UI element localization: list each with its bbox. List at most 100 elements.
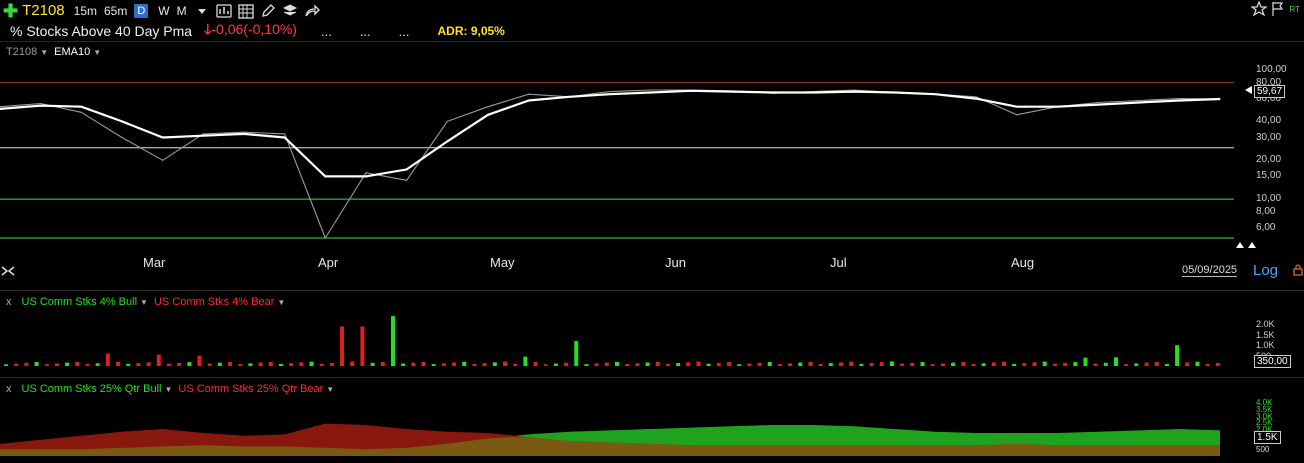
data-point-t2108 bbox=[40, 102, 42, 105]
legend-caret-icon[interactable]: ▼ bbox=[326, 385, 334, 394]
data-point-ema10 bbox=[1219, 98, 1221, 100]
legend-caret-icon[interactable]: ▼ bbox=[277, 298, 285, 307]
bear-bar bbox=[360, 326, 365, 366]
legend-caret-icon[interactable]: ▼ bbox=[164, 385, 172, 394]
legend-t2108[interactable]: T2108 bbox=[6, 46, 37, 58]
bear-bar bbox=[166, 363, 171, 366]
bear-bar bbox=[54, 363, 59, 366]
data-point-ema10 bbox=[650, 91, 652, 94]
data-point-ema10 bbox=[853, 91, 855, 93]
bear-bar bbox=[14, 363, 19, 366]
main-price-chart[interactable] bbox=[0, 62, 1234, 244]
bear-bar bbox=[340, 326, 345, 366]
bear-bar bbox=[696, 361, 701, 366]
bear-bar bbox=[900, 363, 905, 366]
lock-icon[interactable] bbox=[1292, 264, 1304, 276]
flag-icon[interactable] bbox=[1271, 1, 1285, 17]
bull-bar bbox=[370, 362, 375, 366]
bear-bar bbox=[788, 363, 793, 366]
bear-bar bbox=[625, 363, 630, 366]
data-point-t2108 bbox=[80, 111, 82, 113]
timeframe-65m[interactable]: 65m bbox=[104, 4, 127, 18]
legend-caret-icon[interactable]: ▼ bbox=[93, 48, 101, 57]
data-point-ema10 bbox=[772, 91, 774, 94]
rt-label[interactable]: RT bbox=[1289, 5, 1300, 14]
bull-bar bbox=[187, 362, 192, 366]
bull-bar bbox=[1134, 363, 1139, 366]
bear-bar bbox=[502, 361, 507, 366]
y-tick-label: 2.0K bbox=[1256, 319, 1275, 330]
bull-bar bbox=[431, 364, 436, 366]
breadth-25pct-area-chart[interactable] bbox=[0, 398, 1234, 456]
legend-25pct-bear[interactable]: US Comm Stks 25% Qtr Bear bbox=[178, 383, 323, 395]
scroll-arrows-icon[interactable] bbox=[1236, 241, 1256, 249]
change-value: 🡓-0,06(-0,10%) bbox=[204, 19, 297, 43]
data-point-t2108 bbox=[1016, 114, 1018, 116]
star-icon[interactable] bbox=[1251, 1, 1268, 17]
panel3-close-button[interactable]: x bbox=[6, 383, 12, 395]
timeframe-15m[interactable]: 15m bbox=[74, 4, 97, 18]
symbol-label[interactable]: T2108 bbox=[22, 2, 65, 19]
bear-bar bbox=[146, 362, 151, 366]
month-label: Jun bbox=[665, 255, 686, 270]
bull-bar bbox=[1083, 357, 1088, 366]
series-line-ema10 bbox=[0, 89, 1221, 178]
panel2-close-button[interactable]: x bbox=[6, 296, 12, 308]
bear-bar bbox=[472, 363, 477, 366]
timeframe-monthly[interactable]: M bbox=[177, 4, 187, 18]
bull-bar bbox=[401, 363, 406, 366]
bull-bar bbox=[706, 363, 711, 366]
bull-bar bbox=[217, 362, 222, 366]
bear-bar bbox=[105, 353, 110, 366]
y-tick-label: 8,00 bbox=[1256, 205, 1276, 217]
pencil-icon[interactable] bbox=[260, 3, 276, 19]
breadth-4pct-histogram[interactable] bbox=[0, 310, 1234, 368]
panel-divider-1 bbox=[0, 290, 1304, 291]
info-dots-3[interactable]: ... bbox=[399, 24, 410, 39]
bull-bar bbox=[1164, 363, 1169, 366]
collapse-arrows-icon[interactable] bbox=[0, 263, 16, 281]
legend-4pct-bear[interactable]: US Comm Stks 4% Bear bbox=[154, 296, 274, 308]
bear-bar bbox=[1001, 361, 1006, 366]
bear-bar bbox=[44, 364, 49, 366]
add-symbol-plus-icon[interactable]: ✚ bbox=[3, 2, 18, 20]
data-point-ema10 bbox=[40, 105, 42, 107]
bull-bar bbox=[1012, 363, 1017, 366]
bear-bar bbox=[258, 362, 263, 366]
log-scale-toggle[interactable]: Log bbox=[1253, 262, 1278, 279]
legend-caret-icon[interactable]: ▼ bbox=[140, 298, 148, 307]
timeframe-daily-active[interactable]: D bbox=[134, 3, 149, 18]
bull-bar bbox=[278, 363, 283, 366]
data-point-t2108 bbox=[853, 89, 855, 91]
bull-bar bbox=[462, 361, 467, 366]
bear-bar bbox=[604, 362, 609, 366]
dropdown-caret-icon[interactable] bbox=[194, 3, 210, 19]
bear-bar bbox=[380, 362, 385, 366]
legend-25pct-bull[interactable]: US Comm Stks 25% Qtr Bull bbox=[22, 383, 162, 395]
info-dots-1[interactable]: ... bbox=[321, 24, 332, 39]
y-tick-label: 1.5K bbox=[1256, 329, 1275, 340]
bear-bar bbox=[1215, 363, 1220, 366]
bear-bar bbox=[75, 361, 80, 366]
bull-bar bbox=[920, 362, 925, 366]
data-point-t2108 bbox=[365, 172, 367, 174]
bear-bar bbox=[879, 362, 884, 366]
y-tick-label: 40,00 bbox=[1256, 115, 1282, 127]
data-point-ema10 bbox=[121, 120, 123, 122]
bear-bar bbox=[1093, 363, 1098, 366]
timeframe-weekly[interactable]: W bbox=[158, 4, 169, 18]
chart-type-icon[interactable] bbox=[215, 3, 232, 19]
info-dots-2[interactable]: ... bbox=[360, 24, 371, 39]
legend-4pct-bull[interactable]: US Comm Stks 4% Bull bbox=[22, 296, 138, 308]
bull-bar bbox=[126, 363, 131, 366]
bull-bar bbox=[4, 364, 8, 366]
month-label: Jul bbox=[830, 255, 847, 270]
share-icon[interactable] bbox=[304, 3, 320, 19]
legend-ema10[interactable]: EMA10 bbox=[54, 46, 90, 58]
data-point-ema10 bbox=[528, 99, 530, 102]
legend-caret-icon[interactable]: ▼ bbox=[40, 48, 48, 57]
layers-icon[interactable] bbox=[282, 3, 298, 19]
calendar-grid-icon[interactable] bbox=[237, 3, 254, 19]
data-point-t2108 bbox=[1138, 99, 1140, 102]
bear-bar bbox=[268, 361, 273, 366]
